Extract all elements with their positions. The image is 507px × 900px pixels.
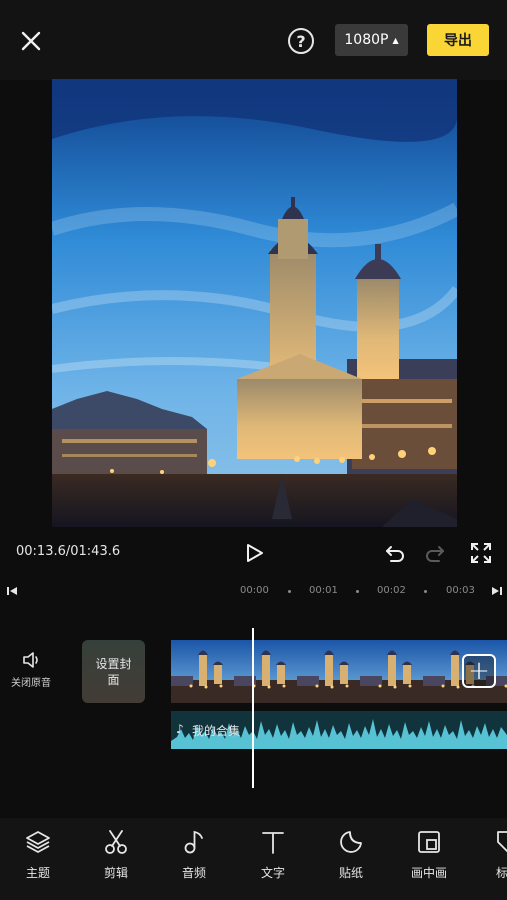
add-clip-button[interactable]: +	[462, 654, 496, 688]
fullscreen-icon[interactable]	[470, 542, 492, 564]
resolution-label: 1080P	[344, 32, 389, 48]
music-note-icon	[184, 830, 203, 854]
video-clip-thumbnails	[171, 640, 507, 703]
ruler-tick-label: 00:03	[446, 585, 475, 596]
playhead[interactable]	[252, 628, 254, 788]
ruler-tick-label: 00:01	[309, 585, 338, 596]
tool-picture-in-picture[interactable]: 画中画	[394, 828, 464, 881]
speaker-icon	[23, 652, 38, 668]
close-icon[interactable]	[16, 26, 46, 56]
ruler-tick-dot	[288, 590, 291, 593]
tool-label: 剪辑	[103, 866, 128, 880]
tool-audio[interactable]: 音频	[159, 828, 229, 881]
export-button[interactable]: 导出	[427, 24, 489, 56]
sticker-icon	[340, 831, 362, 853]
resolution-button[interactable]: 1080P ▲	[335, 24, 408, 56]
set-cover-button[interactable]: 设置封面	[82, 640, 145, 703]
jump-to-end-icon[interactable]	[491, 585, 503, 597]
tag-icon	[497, 831, 507, 853]
ruler-tick-dot	[356, 590, 359, 593]
text-icon	[262, 832, 284, 854]
ruler-tick-label: 00:00	[240, 585, 269, 596]
video-track[interactable]	[171, 640, 507, 703]
help-icon[interactable]: ?	[288, 28, 314, 54]
tool-label: 文字	[260, 866, 285, 880]
play-icon[interactable]	[243, 542, 265, 564]
layers-icon	[26, 831, 50, 853]
tool-sticker[interactable]: 贴纸	[316, 828, 386, 881]
tool-label: 音频	[181, 866, 206, 880]
picture-in-picture-icon	[418, 831, 440, 853]
mute-label: 关闭原音	[11, 678, 51, 689]
jump-to-start-icon[interactable]	[6, 585, 18, 597]
undo-icon[interactable]	[383, 541, 407, 565]
tool-label: 主题	[25, 866, 50, 880]
preview-frame-image	[52, 79, 457, 527]
tool-label: 标	[496, 866, 507, 880]
tool-theme[interactable]: 主题	[3, 828, 73, 881]
music-note-icon: ♪	[176, 722, 184, 736]
ruler-tick-dot	[424, 590, 427, 593]
redo-icon[interactable]	[423, 541, 447, 565]
tool-text[interactable]: 文字	[238, 828, 308, 881]
ruler-tick-label: 00:02	[377, 585, 406, 596]
video-preview[interactable]	[52, 79, 457, 527]
tool-edit[interactable]: 剪辑	[81, 828, 151, 881]
tool-tag[interactable]: 标	[472, 828, 507, 881]
mute-original-audio-button[interactable]: 关闭原音	[8, 650, 54, 698]
caret-up-icon: ▲	[392, 35, 399, 45]
cover-label: 设置封面	[95, 656, 132, 687]
tool-label: 画中画	[410, 866, 447, 880]
scissors-icon	[105, 830, 127, 854]
audio-track-label: 我的合集	[192, 724, 241, 738]
tool-label: 贴纸	[338, 866, 363, 880]
time-readout: 00:13.6/01:43.6	[16, 544, 121, 559]
